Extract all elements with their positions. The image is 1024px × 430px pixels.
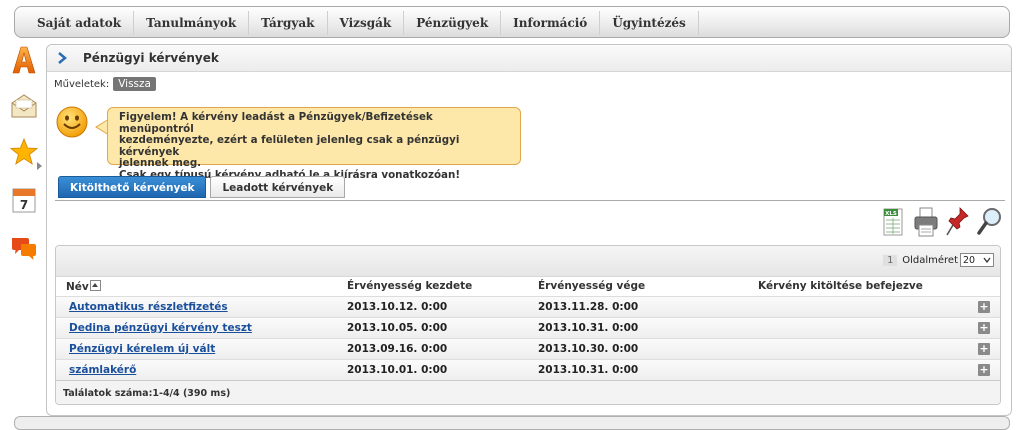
column-header-valid-to[interactable]: Érvényesség vége: [538, 280, 645, 292]
tab-strip: Kitölthető kérvények Leadott kérvények: [58, 176, 349, 198]
valid-to-cell: 2013.11.28. 0:00: [538, 301, 639, 313]
left-icon-bar: 7: [0, 44, 46, 424]
pin-icon[interactable]: [945, 205, 971, 239]
back-button[interactable]: Vissza: [113, 77, 156, 91]
request-name-link[interactable]: Pénzügyi kérelem új vált: [69, 343, 215, 355]
table-row: számlakérő 2013.10.01. 0:00 2013.10.31. …: [56, 359, 1000, 380]
valid-to-cell: 2013.10.31. 0:00: [538, 322, 639, 334]
envelope-icon[interactable]: [10, 92, 38, 120]
notice-line-2: kezdeményezte, ezért a felületen jelenle…: [119, 134, 460, 158]
menu-item-tanulmanyok[interactable]: Tanulmányok: [134, 11, 250, 35]
grid-header-row: Név Érvényesség kezdete Érvényesség vége…: [56, 277, 1000, 296]
actions-label: Műveletek:: [54, 78, 110, 90]
print-icon[interactable]: [913, 205, 939, 239]
requests-grid: 1 Oldalméret 20 Név Érvényesség kezdete …: [55, 245, 1001, 405]
menu-item-targyak[interactable]: Tárgyak: [249, 11, 328, 35]
grid-toolbar: 1 Oldalméret 20: [56, 246, 1000, 277]
chat-bubbles-icon[interactable]: [10, 234, 38, 262]
svg-text:XLS: XLS: [885, 211, 897, 217]
notice-message: Figyelem! A kérvény leadást a Pénzügyek/…: [107, 107, 521, 180]
chevron-right-icon: [58, 52, 67, 64]
request-name-link[interactable]: Dedina pénzügyi kérvény teszt: [69, 322, 252, 334]
star-icon[interactable]: [10, 138, 38, 166]
grid-footer: Találatok száma:1-4/4 (390 ms): [56, 380, 1000, 404]
menu-item-vizsgak[interactable]: Vizsgák: [328, 11, 405, 35]
top-menu-bar: Saját adatok Tanulmányok Tárgyak Vizsgák…: [14, 6, 1010, 38]
menu-item-ugyintezes[interactable]: Ügyintézés: [600, 11, 699, 35]
request-name-link[interactable]: Automatikus részletfizetés: [69, 301, 228, 313]
tab-divider: [55, 200, 1005, 201]
letter-a-icon[interactable]: [10, 46, 38, 74]
valid-to-cell: 2013.10.31. 0:00: [538, 364, 639, 376]
valid-from-cell: 2013.10.05. 0:00: [347, 322, 448, 334]
valid-from-cell: 2013.09.16. 0:00: [347, 343, 448, 355]
bottom-panel-edge: [14, 416, 1010, 430]
tab-submitted-requests[interactable]: Leadott kérvények: [210, 176, 346, 198]
row-expand-plus-icon[interactable]: +: [978, 322, 990, 334]
row-expand-plus-icon[interactable]: +: [978, 364, 990, 376]
table-row: Dedina pénzügyi kérvény teszt 2013.10.05…: [56, 317, 1000, 338]
menu-item-sajat-adatok[interactable]: Saját adatok: [25, 11, 135, 35]
pager: 1 Oldalméret 20: [883, 253, 994, 267]
valid-from-cell: 2013.10.01. 0:00: [347, 364, 448, 376]
valid-to-cell: 2013.10.30. 0:00: [538, 343, 639, 355]
panel-header: Pénzügyi kérvények: [47, 45, 1011, 72]
page-size-select[interactable]: 20: [960, 253, 994, 267]
table-row: Pénzügyi kérelem új vált 2013.09.16. 0:0…: [56, 338, 1000, 359]
row-expand-plus-icon[interactable]: +: [978, 343, 990, 355]
column-header-completed[interactable]: Kérvény kitöltése befejezve: [758, 280, 923, 292]
tab-fillable-requests[interactable]: Kitölthető kérvények: [58, 176, 207, 198]
page-size-value: 20: [963, 254, 976, 266]
notice-line-3: jelennek meg.: [119, 157, 202, 169]
calendar-day-label: 7: [20, 198, 28, 212]
search-icon[interactable]: [977, 205, 1003, 239]
chevron-down-icon: [983, 257, 991, 263]
excel-export-icon[interactable]: XLS: [881, 205, 905, 239]
request-name-link[interactable]: számlakérő: [69, 364, 136, 376]
result-count: Találatok száma:1-4/4 (390 ms): [63, 388, 231, 399]
menu-item-penzugyek[interactable]: Pénzügyek: [404, 11, 502, 35]
page-size-label: Oldalméret: [902, 254, 958, 266]
table-row: Automatikus részletfizetés 2013.10.12. 0…: [56, 296, 1000, 317]
sort-ascending-icon[interactable]: [89, 280, 101, 291]
page-number[interactable]: 1: [883, 254, 898, 266]
financial-requests-panel: Pénzügyi kérvények Műveletek: Vissza Fig…: [46, 44, 1012, 416]
smiley-icon: [56, 106, 88, 138]
column-header-valid-from[interactable]: Érvényesség kezdete: [347, 280, 472, 292]
page-title: Pénzügyi kérvények: [83, 51, 219, 65]
actions-bar: Műveletek: Vissza: [54, 77, 156, 91]
valid-from-cell: 2013.10.12. 0:00: [347, 301, 448, 313]
menu-item-informacio[interactable]: Információ: [501, 11, 601, 35]
calendar-icon[interactable]: 7: [10, 186, 38, 214]
notice-line-1: Figyelem! A kérvény leadást a Pénzügyek/…: [119, 111, 433, 135]
column-header-name[interactable]: Név: [66, 280, 101, 293]
row-expand-plus-icon[interactable]: +: [978, 301, 990, 313]
